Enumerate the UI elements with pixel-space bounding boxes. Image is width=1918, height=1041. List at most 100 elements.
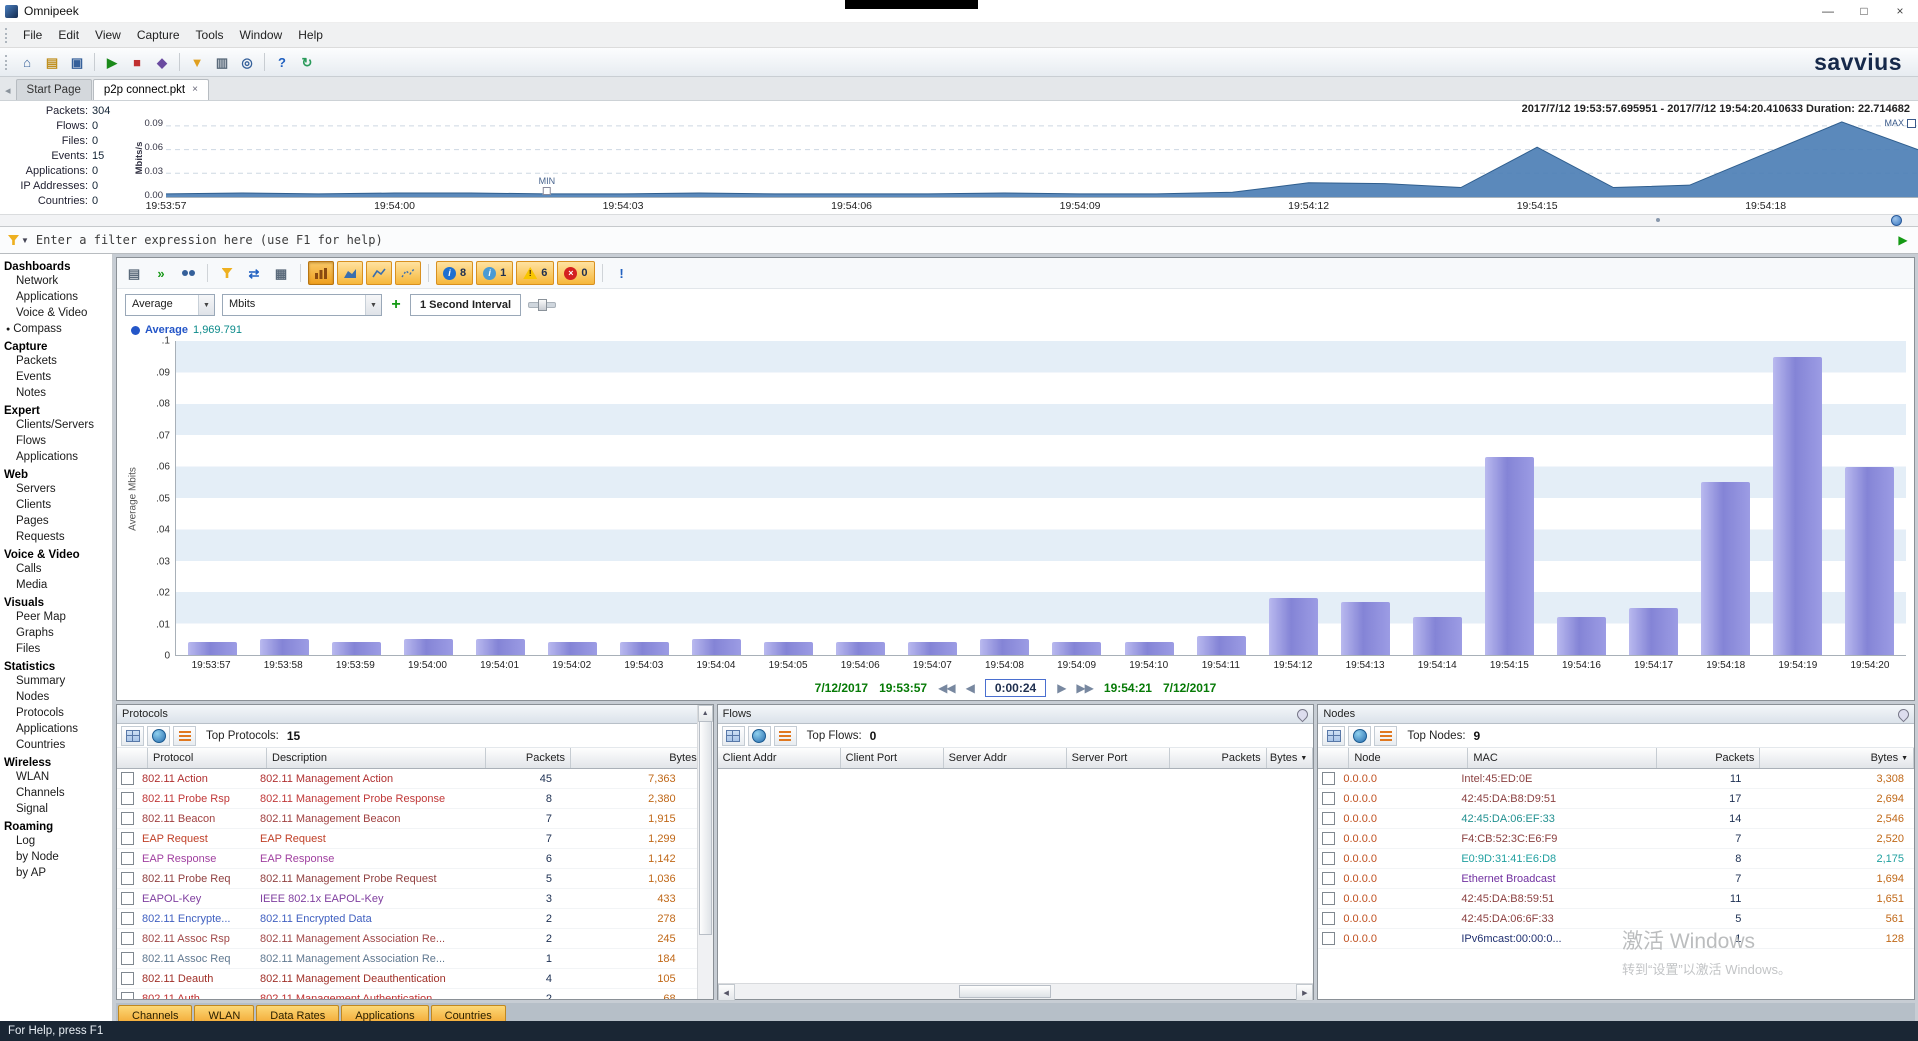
- sidebar-item-signal[interactable]: Signal: [0, 802, 112, 818]
- node-row[interactable]: 0.0.0.0Intel:45:ED:0E113,308: [1318, 769, 1914, 789]
- row-checkbox[interactable]: [1322, 912, 1335, 925]
- row-checkbox[interactable]: [121, 792, 134, 805]
- sidebar-item-applications[interactable]: Applications: [0, 290, 112, 306]
- warning-badge[interactable]: 6: [516, 261, 554, 285]
- sidebar-item-nodes[interactable]: Nodes: [0, 690, 112, 706]
- tab-start-page[interactable]: Start Page: [16, 79, 92, 100]
- save-button[interactable]: ▣: [65, 51, 89, 73]
- globe-view-button[interactable]: [748, 726, 771, 746]
- column-header-description[interactable]: Description: [267, 748, 486, 768]
- sidebar-item-peer-map[interactable]: Peer Map: [0, 610, 112, 626]
- row-checkbox[interactable]: [121, 872, 134, 885]
- sidebar-item-compass[interactable]: ●Compass: [0, 322, 112, 338]
- row-checkbox[interactable]: [121, 992, 134, 999]
- open-file-button[interactable]: ▤: [40, 51, 64, 73]
- time-window-box[interactable]: 0:00:24: [985, 679, 1046, 697]
- globe-view-button[interactable]: [147, 726, 170, 746]
- sidebar-item-notes[interactable]: Notes: [0, 386, 112, 402]
- maximize-button[interactable]: □: [1846, 0, 1882, 22]
- sidebar-item-packets[interactable]: Packets: [0, 354, 112, 370]
- node-row[interactable]: 0.0.0.042:45:DA:06:EF:33142,546: [1318, 809, 1914, 829]
- protocol-row[interactable]: 802.11 Deauth802.11 Management Deauthent…: [117, 969, 698, 989]
- sidebar-item-files[interactable]: Files: [0, 642, 112, 658]
- row-checkbox[interactable]: [1322, 812, 1335, 825]
- apply-filter-button[interactable]: ▶: [1891, 230, 1915, 250]
- column-header-bytes[interactable]: Bytes▼: [571, 748, 713, 768]
- menu-item-window[interactable]: Window: [232, 25, 291, 45]
- filter-expression-input[interactable]: [34, 229, 1891, 251]
- stop-capture-button[interactable]: ■: [125, 51, 149, 73]
- row-checkbox[interactable]: [1322, 832, 1335, 845]
- sidebar-item-wlan[interactable]: WLAN: [0, 770, 112, 786]
- node-row[interactable]: 0.0.0.0IPv6mcast:00:00:0...1128: [1318, 929, 1914, 949]
- node-row[interactable]: 0.0.0.042:45:DA:B8:D9:51172,694: [1318, 789, 1914, 809]
- column-header-node[interactable]: Node: [1349, 748, 1468, 768]
- interval-box[interactable]: 1 Second Interval: [410, 294, 521, 316]
- notes-badge[interactable]: i1: [476, 261, 513, 285]
- protocol-row[interactable]: 802.11 Assoc Rsp802.11 Management Associ…: [117, 929, 698, 949]
- column-header-checkbox[interactable]: [117, 748, 148, 768]
- protocol-row[interactable]: 802.11 Probe Rsp802.11 Management Probe …: [117, 789, 698, 809]
- sort-button[interactable]: [173, 726, 196, 746]
- nav-forward-button[interactable]: ▶: [1057, 681, 1065, 695]
- sidebar-item-events[interactable]: Events: [0, 370, 112, 386]
- row-checkbox[interactable]: [121, 952, 134, 965]
- column-header-client-addr[interactable]: Client Addr: [718, 748, 841, 768]
- aggregate-select[interactable]: Average ▼: [125, 294, 215, 316]
- data-table-button[interactable]: ▦: [269, 262, 293, 284]
- notes-button[interactable]: ▥: [210, 51, 234, 73]
- row-checkbox[interactable]: [121, 972, 134, 985]
- line-chart-button[interactable]: [366, 261, 392, 285]
- find-button[interactable]: [176, 262, 200, 284]
- node-row[interactable]: 0.0.0.042:45:DA:06:6F:335561: [1318, 909, 1914, 929]
- sidebar-item-flows[interactable]: Flows: [0, 434, 112, 450]
- sidebar-item-requests[interactable]: Requests: [0, 530, 112, 546]
- node-row[interactable]: 0.0.0.042:45:DA:B8:59:51111,651: [1318, 889, 1914, 909]
- close-button[interactable]: ×: [1882, 0, 1918, 22]
- row-checkbox[interactable]: [121, 832, 134, 845]
- column-header-packets[interactable]: Packets: [486, 748, 571, 768]
- sidebar-item-by-node[interactable]: by Node: [0, 850, 112, 866]
- protocol-row[interactable]: EAP RequestEAP Request71,299: [117, 829, 698, 849]
- nav-back-fast-button[interactable]: ◀◀: [938, 681, 954, 695]
- menu-item-help[interactable]: Help: [290, 25, 331, 45]
- column-header-checkbox[interactable]: [1318, 748, 1349, 768]
- sidebar-item-servers[interactable]: Servers: [0, 482, 112, 498]
- sort-button[interactable]: [774, 726, 797, 746]
- sidebar-item-channels[interactable]: Channels: [0, 786, 112, 802]
- row-checkbox[interactable]: [121, 912, 134, 925]
- pin-icon[interactable]: [1896, 706, 1912, 722]
- column-header-mac[interactable]: MAC: [1468, 748, 1657, 768]
- timeline-scroll-handle[interactable]: [1891, 215, 1902, 226]
- sidebar-item-applications[interactable]: Applications: [0, 450, 112, 466]
- update-button[interactable]: ↻: [295, 51, 319, 73]
- sidebar-item-media[interactable]: Media: [0, 578, 112, 594]
- swap-axes-button[interactable]: ⇄: [242, 262, 266, 284]
- sidebar-item-protocols[interactable]: Protocols: [0, 706, 112, 722]
- sidebar-item-clients-servers[interactable]: Clients/Servers: [0, 418, 112, 434]
- globe-view-button[interactable]: [1348, 726, 1371, 746]
- sidebar-item-clients[interactable]: Clients: [0, 498, 112, 514]
- info-badge[interactable]: i8: [436, 261, 473, 285]
- sidebar-item-by-ap[interactable]: by AP: [0, 866, 112, 882]
- column-header-protocol[interactable]: Protocol: [148, 748, 267, 768]
- protocol-row[interactable]: 802.11 Assoc Req802.11 Management Associ…: [117, 949, 698, 969]
- menu-item-edit[interactable]: Edit: [50, 25, 87, 45]
- sort-button[interactable]: [1374, 726, 1397, 746]
- menu-item-file[interactable]: File: [15, 25, 50, 45]
- protocol-row[interactable]: 802.11 Action802.11 Management Action457…: [117, 769, 698, 789]
- protocol-row[interactable]: 802.11 Beacon802.11 Management Beacon71,…: [117, 809, 698, 829]
- scroll-thumb[interactable]: [959, 985, 1051, 998]
- find-button[interactable]: ◎: [235, 51, 259, 73]
- add-graph-button[interactable]: +: [389, 296, 403, 314]
- row-checkbox[interactable]: [121, 812, 134, 825]
- compass-plot[interactable]: [175, 341, 1906, 656]
- area-chart-button[interactable]: [337, 261, 363, 285]
- filter-menu-button[interactable]: ▼: [3, 235, 34, 245]
- table-view-button[interactable]: [1322, 726, 1345, 746]
- scroll-up-icon[interactable]: ▲: [698, 705, 713, 722]
- capture-options-button[interactable]: ◆: [150, 51, 174, 73]
- units-select[interactable]: Mbits ▼: [222, 294, 382, 316]
- column-header-bytes[interactable]: Bytes▼: [1267, 748, 1314, 768]
- row-checkbox[interactable]: [1322, 872, 1335, 885]
